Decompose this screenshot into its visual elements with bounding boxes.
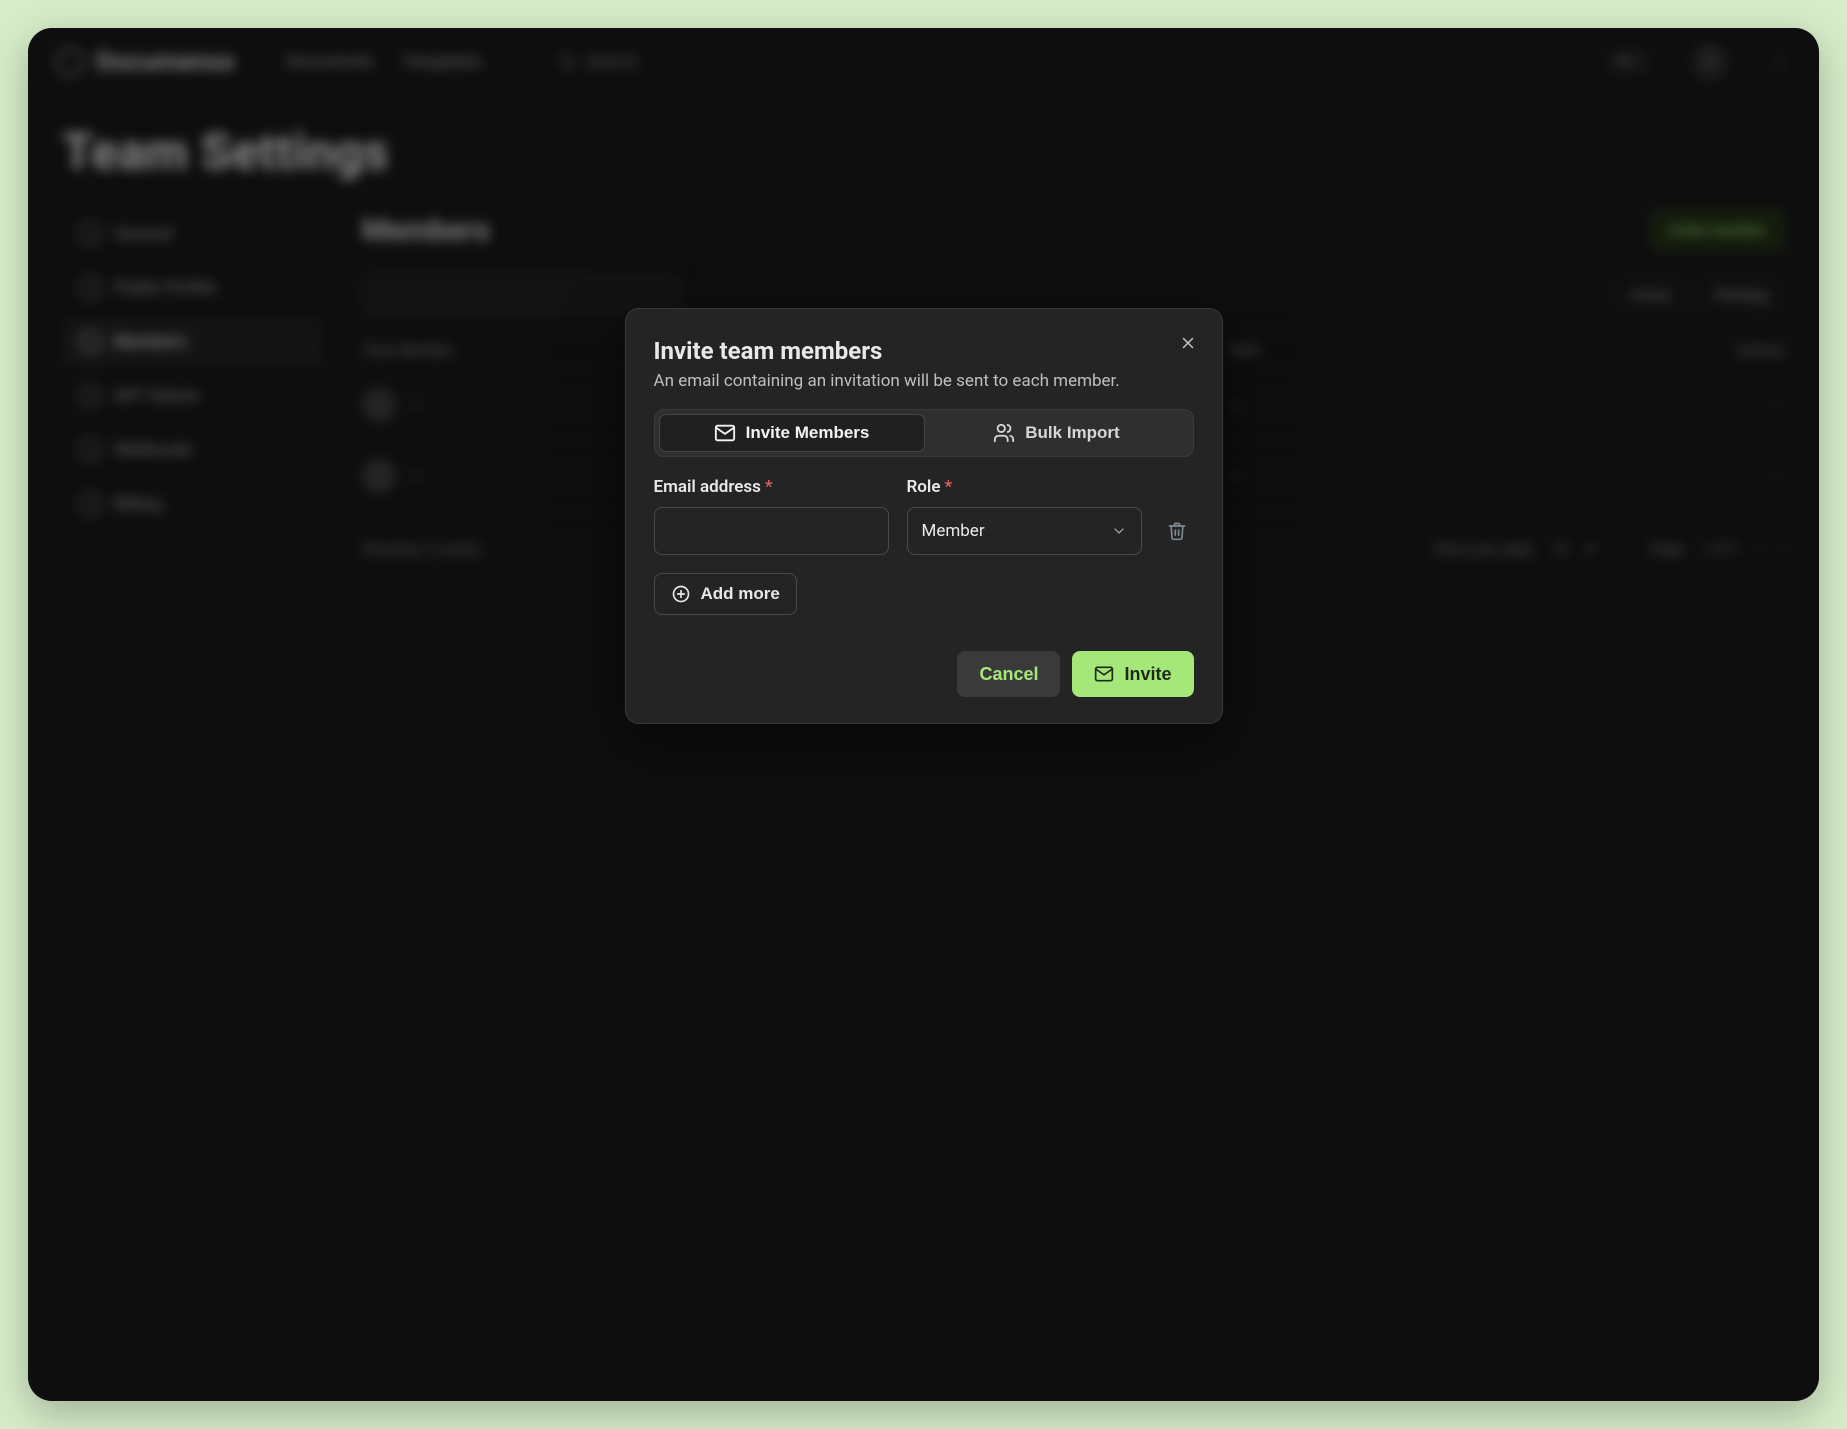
remove-row-button[interactable]	[1160, 507, 1194, 555]
invite-button[interactable]: Invite	[1072, 651, 1193, 697]
plus-circle-icon	[671, 584, 691, 604]
modal-title: Invite team members	[654, 337, 1194, 365]
role-field-wrapper: Role* Member	[907, 477, 1142, 555]
tab-bulk-label: Bulk Import	[1025, 423, 1119, 443]
chevron-down-icon	[1111, 523, 1127, 539]
invite-members-modal: Invite team members An email containing …	[625, 308, 1223, 724]
mail-icon	[714, 422, 736, 444]
modal-actions: Cancel Invite	[654, 651, 1194, 697]
role-value: Member	[922, 521, 985, 541]
invite-label: Invite	[1124, 664, 1171, 685]
tab-invite-label: Invite Members	[746, 423, 870, 443]
add-more-label: Add more	[701, 584, 780, 604]
cancel-label: Cancel	[979, 664, 1038, 685]
role-label: Role*	[907, 477, 1142, 497]
email-label: Email address*	[654, 477, 889, 497]
cancel-button[interactable]: Cancel	[957, 651, 1060, 697]
modal-overlay[interactable]: Invite team members An email containing …	[28, 28, 1819, 1401]
close-icon	[1179, 334, 1197, 352]
users-icon	[993, 422, 1015, 444]
tab-invite-members[interactable]: Invite Members	[659, 414, 925, 452]
role-label-text: Role	[907, 477, 941, 497]
required-mark: *	[944, 477, 952, 497]
email-input[interactable]	[654, 507, 889, 555]
modal-tabs: Invite Members Bulk Import	[654, 409, 1194, 457]
app-window: Documenso Documents Templates Search ⌘ K…	[28, 28, 1819, 1401]
required-mark: *	[765, 477, 773, 497]
trash-icon	[1167, 521, 1187, 541]
modal-subtitle: An email containing an invitation will b…	[654, 371, 1194, 391]
invite-form-row: Email address* Role* Member	[654, 477, 1194, 555]
email-field-wrapper: Email address*	[654, 477, 889, 555]
role-select[interactable]: Member	[907, 507, 1142, 555]
tab-bulk-import[interactable]: Bulk Import	[925, 414, 1189, 452]
add-more-button[interactable]: Add more	[654, 573, 797, 615]
email-label-text: Email address	[654, 477, 761, 497]
mail-icon	[1094, 664, 1114, 684]
close-button[interactable]	[1174, 329, 1202, 357]
